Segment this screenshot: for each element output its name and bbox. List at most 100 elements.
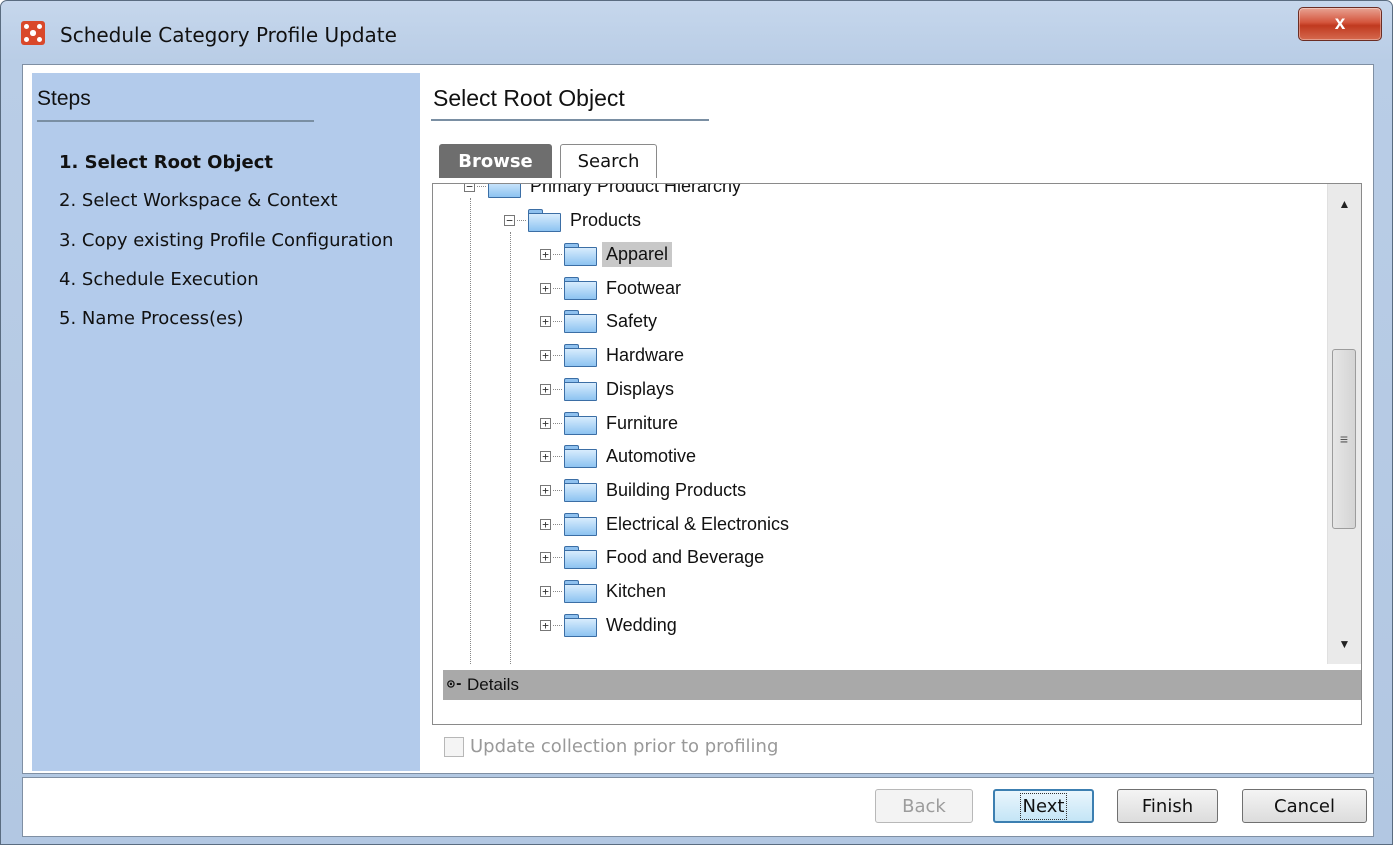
tree-node-label: Kitchen [606, 580, 667, 601]
wizard-window: Schedule Category Profile Update x Steps… [0, 0, 1393, 845]
tree-connector [553, 320, 562, 322]
expand-icon[interactable]: + [540, 450, 551, 462]
tree-node-category[interactable]: + Apparel [540, 237, 673, 271]
steps-panel: Steps 1. Select Root Object 2. Select Wo… [32, 73, 420, 771]
tree-connector [553, 523, 562, 525]
collapse-icon[interactable]: − [504, 214, 515, 226]
steps-title: Steps [37, 87, 91, 110]
expand-icon[interactable]: + [540, 551, 551, 563]
tree-node-label: Footwear [606, 277, 682, 298]
details-label: Details [467, 675, 519, 694]
folder-icon [488, 184, 521, 198]
folder-icon [564, 242, 597, 266]
finish-button[interactable]: Finish [1117, 789, 1218, 823]
scroll-up-icon[interactable]: ▲ [1328, 190, 1361, 218]
expand-icon[interactable]: + [540, 383, 551, 395]
expand-icon[interactable]: + [540, 484, 551, 496]
expand-icon[interactable]: + [540, 417, 551, 429]
expand-icon[interactable]: + [540, 518, 551, 530]
details-section-header[interactable]: ⊙- Details [443, 670, 1361, 700]
step-select-workspace-context: 2. Select Workspace & Context [59, 190, 338, 211]
tree-node-category[interactable]: + Displays [540, 372, 678, 406]
folder-icon [564, 444, 597, 468]
tree-view[interactable]: − Primary Product Hierarchy − Products +… [433, 184, 1328, 664]
tree-connector [553, 422, 562, 424]
tree-node-label: Hardware [606, 344, 685, 365]
scroll-down-icon[interactable]: ▼ [1328, 630, 1361, 658]
close-button[interactable]: x [1298, 7, 1382, 41]
cancel-button[interactable]: Cancel [1242, 789, 1367, 823]
next-button[interactable]: Next [993, 789, 1094, 823]
tree-connector [553, 388, 562, 390]
next-button-label: Next [1019, 792, 1068, 820]
tree-node-label: Automotive [606, 445, 697, 466]
tree-connector [477, 185, 486, 187]
tab-search[interactable]: Search [560, 144, 657, 178]
tree-connector [553, 253, 562, 255]
folder-icon [564, 545, 597, 569]
close-icon: x [1334, 13, 1346, 34]
expand-icon[interactable]: + [540, 282, 551, 294]
tree-node-products[interactable]: − Products [504, 203, 645, 237]
tree-node-label: Displays [606, 378, 675, 399]
tree-node-category[interactable]: + Furniture [540, 406, 682, 440]
tree-node-category[interactable]: + Building Products [540, 473, 750, 507]
tree-node-label: Products [570, 209, 642, 230]
scroll-thumb[interactable]: ≡ [1332, 349, 1356, 529]
folder-icon [528, 208, 561, 232]
collapse-icon[interactable]: − [464, 184, 475, 192]
browse-tree-panel: − Primary Product Hierarchy − Products +… [432, 183, 1362, 725]
folder-icon [564, 276, 597, 300]
tree-node-category[interactable]: + Hardware [540, 338, 688, 372]
window-title: Schedule Category Profile Update [60, 23, 397, 47]
folder-icon [564, 512, 597, 536]
tree-scrollbar[interactable]: ▲ ≡ ▼ [1327, 184, 1361, 664]
tree-node-category[interactable]: + Automotive [540, 439, 700, 473]
expand-icon[interactable]: + [540, 619, 551, 631]
tree-connector [517, 219, 526, 221]
tree-connector [553, 455, 562, 457]
wizard-content: Steps 1. Select Root Object 2. Select Wo… [22, 64, 1374, 774]
tree-node-label: Apparel [602, 241, 673, 267]
tree-node-category[interactable]: + Footwear [540, 271, 685, 305]
tree-connector [553, 354, 562, 356]
tree-node-category[interactable]: + Safety [540, 304, 661, 338]
update-collection-checkbox[interactable] [444, 736, 464, 757]
folder-icon [564, 478, 597, 502]
folder-icon [564, 309, 597, 333]
tree-node-label: Safety [606, 310, 658, 331]
tree-connector [553, 590, 562, 592]
folder-icon [564, 579, 597, 603]
expand-icon[interactable]: + [540, 585, 551, 597]
expand-icon[interactable]: + [540, 315, 551, 327]
back-button[interactable]: Back [875, 789, 973, 823]
folder-icon [564, 411, 597, 435]
grip-icon: ≡ [1339, 431, 1349, 447]
expand-icon[interactable]: + [540, 248, 551, 260]
tab-browse[interactable]: Browse [439, 144, 552, 178]
cancel-button-label: Cancel [1274, 795, 1335, 817]
expand-toggle-icon[interactable]: ⊙- [447, 678, 465, 691]
tree-guide-line [510, 232, 511, 664]
tree-node-category[interactable]: + Food and Beverage [540, 540, 768, 574]
step-schedule-execution: 4. Schedule Execution [59, 269, 259, 290]
step-name-processes: 5. Name Process(es) [59, 308, 244, 329]
page-title: Select Root Object [433, 85, 625, 111]
tree-node-category[interactable]: + Kitchen [540, 574, 670, 608]
tree-node-primary-product-hierarchy[interactable]: − Primary Product Hierarchy [464, 184, 745, 203]
back-button-label: Back [902, 795, 946, 817]
folder-icon [564, 377, 597, 401]
tree-node-category[interactable]: + Electrical & Electronics [540, 507, 793, 541]
tree-guide-line [470, 198, 471, 664]
folder-icon [564, 613, 597, 637]
update-collection-label: Update collection prior to profiling [470, 736, 779, 757]
tree-node-label: Building Products [606, 479, 747, 500]
page-title-divider [431, 119, 709, 121]
tree-connector [553, 287, 562, 289]
title-bar[interactable]: Schedule Category Profile Update x [1, 1, 1392, 61]
wizard-footer: Back Next Finish Cancel [22, 777, 1374, 837]
step-copy-profile-configuration: 3. Copy existing Profile Configuration [59, 230, 394, 251]
expand-icon[interactable]: + [540, 349, 551, 361]
steps-divider [37, 120, 314, 122]
tree-node-category[interactable]: + Wedding [540, 608, 681, 642]
